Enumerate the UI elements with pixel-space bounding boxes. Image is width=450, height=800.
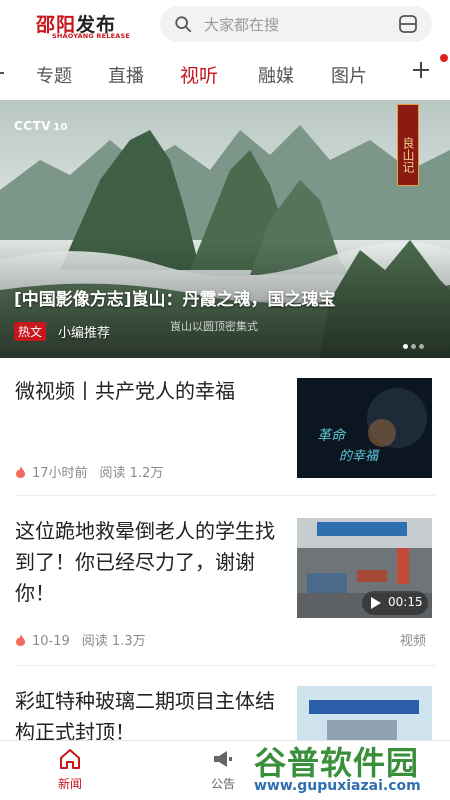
app-header: 邵阳发布 SHAOYANG RELEASE 大家都在搜 (0, 0, 450, 48)
hero-title[interactable]: [中国影像方志]崀山：丹霞之魂，国之瑰宝 (14, 285, 394, 310)
video-caption: 崀山以圆顶密集式 (170, 320, 258, 333)
carousel-dot[interactable] (411, 344, 416, 349)
tab-edge-mark (0, 72, 4, 74)
carousel-dots (400, 334, 424, 353)
news-headline[interactable]: 微视频丨共产党人的幸福 (15, 376, 277, 407)
channel-number: 10 (53, 122, 69, 133)
series-tag: 良山记 (397, 104, 419, 186)
search-placeholder: 大家都在搜 (204, 16, 280, 34)
home-icon (60, 749, 80, 769)
svg-text:革命: 革命 (317, 428, 347, 444)
hero-banner[interactable]: CCTV 10 良山记 [中国影像方志]崀山：丹霞之魂，国之瑰宝 热文 小编推荐 … (0, 100, 450, 358)
news-thumbnail[interactable]: 革命 的幸福 (297, 378, 432, 478)
hot-badge: 热文 (14, 322, 47, 341)
notification-dot (440, 54, 448, 62)
app-logo[interactable]: 邵阳发布 SHAOYANG RELEASE (36, 10, 130, 40)
news-reads: 阅读 1.3万 (81, 634, 146, 649)
duration-text: 00:15 (388, 595, 423, 609)
tab-ronmei[interactable]: 融媒 (258, 62, 294, 88)
thumbnail-image (297, 686, 432, 746)
tab-tupian[interactable]: 图片 (331, 62, 367, 88)
nav-news[interactable]: 新闻 (40, 747, 100, 792)
carousel-dot[interactable] (419, 344, 424, 349)
carousel-dot[interactable] (403, 344, 408, 349)
site-watermark: 谷普软件园 www.gupuxiazai.com (246, 738, 450, 800)
news-thumbnail[interactable] (297, 686, 432, 746)
divider (15, 665, 435, 666)
news-meta: 10-19 阅读 1.3万 (15, 630, 146, 649)
news-time: 10-19 (32, 634, 70, 649)
nav-notice-label: 公告 (210, 777, 235, 791)
svg-text:的幸福: 的幸福 (339, 449, 380, 464)
search-icon (175, 16, 192, 33)
search-bar[interactable]: 大家都在搜 (160, 6, 432, 42)
tab-shiting[interactable]: 视听 (180, 61, 218, 88)
news-meta: 17小时前 阅读 1.2万 (15, 462, 163, 481)
watermark-url: www.gupuxiazai.com (254, 778, 421, 794)
tab-zhibo[interactable]: 直播 (108, 62, 144, 88)
video-duration: 00:15 (362, 591, 428, 615)
editor-recommend: 小编推荐 (58, 326, 111, 341)
logo-subtitle: SHAOYANG RELEASE (52, 32, 130, 40)
tab-zhuanti[interactable]: 专题 (36, 62, 72, 88)
nav-notice[interactable]: 公告 (193, 747, 253, 792)
channel-name: CCTV (14, 119, 52, 133)
nav-news-label: 新闻 (57, 777, 82, 791)
scan-icon[interactable] (398, 14, 418, 34)
megaphone-icon (214, 751, 232, 767)
thumbnail-image: 革命 的幸福 (297, 378, 432, 478)
divider (15, 495, 435, 496)
play-icon (371, 597, 381, 609)
fire-icon (16, 634, 25, 646)
add-channel-icon[interactable] (411, 60, 431, 80)
channel-logo: CCTV 10 (14, 119, 68, 133)
news-headline[interactable]: 彩虹特种玻璃二期项目主体结构正式封顶！ (15, 686, 277, 748)
news-category: 视频 (400, 634, 427, 649)
news-headline[interactable]: 这位跪地救晕倒老人的学生找到了！你已经尽力了，谢谢你！ (15, 516, 277, 609)
news-time: 17小时前 (32, 466, 88, 481)
news-reads: 阅读 1.2万 (99, 466, 164, 481)
fire-icon (16, 466, 25, 478)
